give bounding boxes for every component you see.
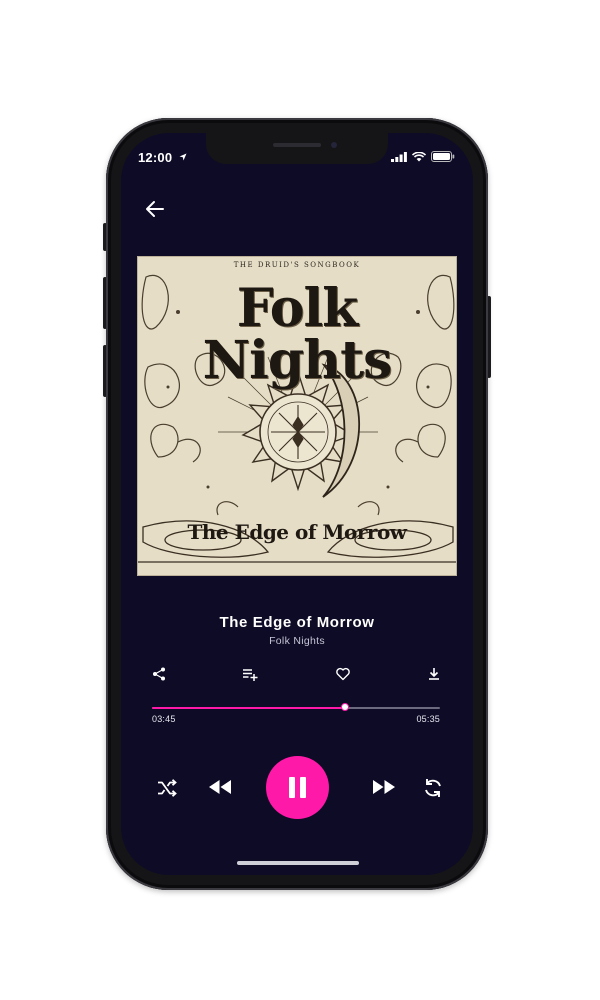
pause-icon	[289, 777, 295, 798]
album-cover-subtitle: THE DRUID'S SONGBOOK	[233, 261, 361, 269]
battery-icon	[431, 151, 455, 162]
notch	[206, 133, 388, 164]
track-artist[interactable]: Folk Nights	[121, 635, 473, 647]
album-cover-track: The Edge of Morrow	[187, 520, 407, 544]
album-cover: THE DRUID'S SONGBOOK Folk Nights The Edg…	[137, 256, 457, 576]
repeat-icon[interactable]	[421, 776, 445, 800]
track-title: The Edge of Morrow	[219, 614, 375, 631]
home-indicator[interactable]	[237, 861, 359, 865]
total-duration: 05:35	[416, 714, 440, 724]
wifi-icon	[412, 151, 426, 161]
share-icon[interactable]	[151, 666, 167, 682]
heart-icon[interactable]	[335, 666, 351, 682]
pause-button[interactable]	[266, 756, 329, 819]
signal-icon	[391, 151, 407, 162]
progress-fill	[152, 707, 345, 709]
album-cover-title: Folk Nights	[202, 278, 393, 391]
player-screen: 12:00 THE DRUID'S SONGBOOK Folk Nights T…	[121, 133, 473, 875]
progress-knob[interactable]	[340, 703, 349, 711]
shuffle-icon[interactable]	[155, 776, 179, 800]
rewind-icon[interactable]	[207, 777, 233, 797]
fast-forward-icon[interactable]	[371, 777, 397, 797]
phone-frame: 12:00 THE DRUID'S SONGBOOK Folk Nights T…	[106, 118, 488, 890]
arrow-left-icon[interactable]	[143, 197, 167, 221]
track-actions	[151, 666, 451, 684]
location-arrow-icon	[179, 153, 187, 161]
progress-bar[interactable]	[152, 703, 440, 711]
status-time: 12:00	[138, 150, 173, 165]
download-icon[interactable]	[426, 666, 442, 682]
elapsed-time: 03:45	[152, 714, 176, 724]
add-to-playlist-icon[interactable]	[242, 666, 258, 682]
status-icons	[391, 151, 455, 162]
